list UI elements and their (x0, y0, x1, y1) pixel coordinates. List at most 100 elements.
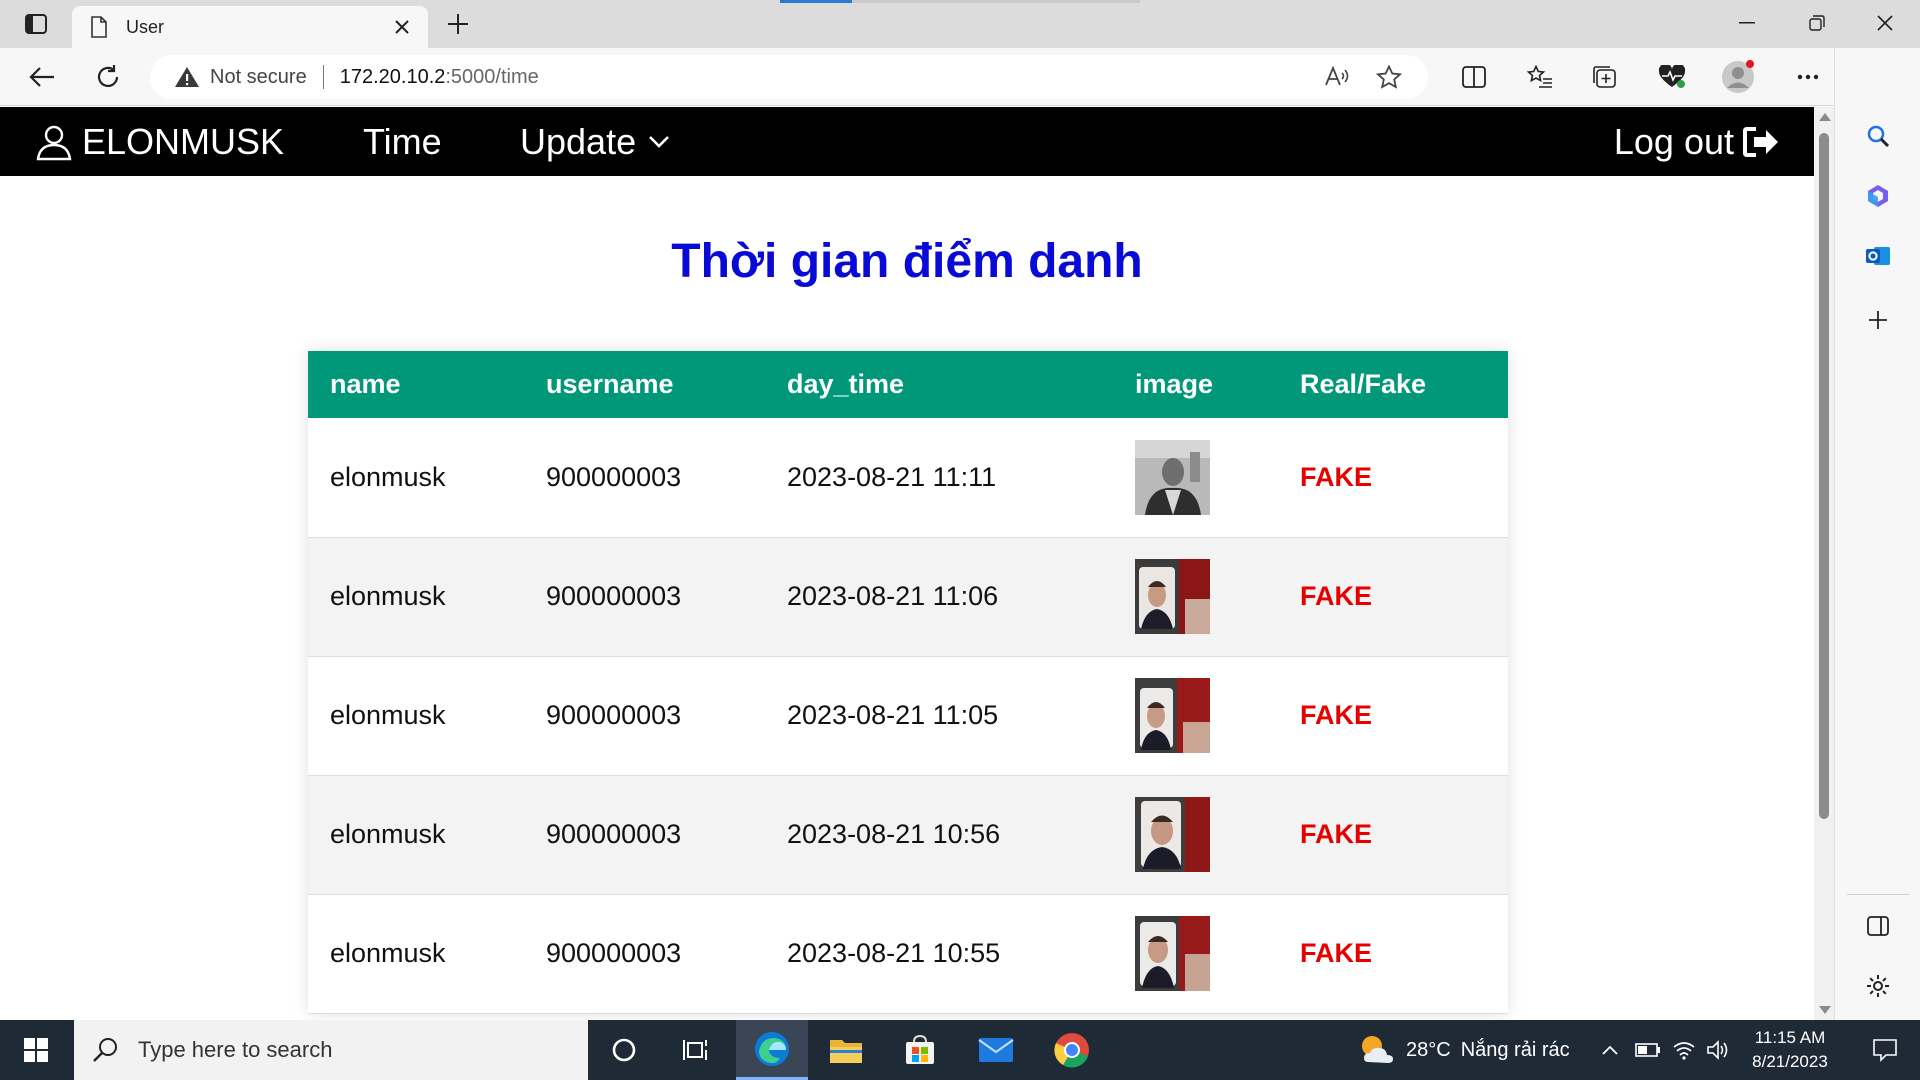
read-aloud-icon[interactable] (1324, 65, 1350, 89)
favorites-button[interactable] (1520, 57, 1560, 97)
table-row: elonmusk 900000003 2023-08-21 10:55 FAKE (308, 894, 1508, 1013)
cortana-button[interactable] (588, 1020, 660, 1080)
speaker-icon (1707, 1040, 1728, 1060)
weather-description: Nắng rải rác (1460, 1038, 1570, 1061)
minimize-button[interactable] (1712, 0, 1782, 46)
back-button[interactable] (22, 57, 62, 97)
cell-image (1113, 894, 1278, 1013)
scrollbar-thumb[interactable] (1819, 133, 1829, 819)
refresh-icon (97, 65, 119, 88)
tab-actions-button[interactable] (18, 10, 54, 38)
cell-username: 900000003 (546, 938, 682, 968)
page-scrollbar[interactable] (1814, 107, 1834, 1020)
site-navbar: ELONMUSK Time Update Log out (0, 107, 1814, 176)
face-thumbnail (1135, 439, 1210, 515)
chrome-icon (1054, 1033, 1089, 1068)
table-row: elonmusk 900000003 2023-08-21 11:05 FAKE (308, 656, 1508, 775)
cell-day-time: 2023-08-21 11:06 (787, 581, 999, 611)
nav-update-label: Update (520, 121, 637, 162)
cell-day-time: 2023-08-21 10:56 (787, 819, 1001, 849)
refresh-button[interactable] (88, 57, 128, 97)
sidebar-search-button[interactable] (1858, 116, 1898, 156)
taskbar-chrome-app[interactable] (1036, 1020, 1108, 1080)
task-view-icon (683, 1040, 707, 1060)
column-header-day-time: day_time (787, 369, 905, 399)
battery-icon (1635, 1043, 1660, 1057)
cell-image (1113, 537, 1278, 656)
cell-day-time: 2023-08-21 11:11 (787, 461, 997, 492)
cell-image (1113, 418, 1278, 537)
split-screen-icon (1462, 66, 1486, 88)
chevron-down-icon (649, 136, 670, 148)
sidebar-settings-button[interactable] (1858, 966, 1898, 1006)
plus-icon (448, 14, 468, 34)
chevron-up-icon (1602, 1045, 1618, 1055)
show-hidden-icons-button[interactable] (1594, 1034, 1626, 1066)
logout-label: Log out (1613, 121, 1734, 162)
cell-status: FAKE (1300, 819, 1373, 849)
face-thumbnail (1135, 916, 1210, 991)
logout-link[interactable]: Log out (1614, 117, 1780, 167)
cell-name: elonmusk (330, 461, 446, 492)
brand-link[interactable]: ELONMUSK (34, 117, 284, 167)
sidebar-hide-button[interactable] (1858, 906, 1898, 946)
clock-time: 11:15 AM (1754, 1028, 1826, 1047)
edge-icon (755, 1031, 789, 1066)
sidebar-add-button[interactable] (1858, 300, 1898, 340)
browser-tab[interactable]: User (72, 6, 428, 48)
sidebar-outlook-button[interactable] (1858, 236, 1898, 276)
taskbar-edge-app[interactable] (736, 1020, 808, 1080)
heart-pulse-icon (1658, 65, 1686, 88)
mail-icon (978, 1038, 1014, 1062)
taskbar-clock[interactable]: 11:15 AM 8/21/2023 (1730, 1026, 1850, 1074)
table-header-row: name username day_time image Real/Fake (308, 351, 1508, 418)
profile-button[interactable] (1718, 57, 1758, 97)
url-host: 172.20.10.2 (339, 65, 446, 88)
browser-toolbar: Not secure 172.20.10.2 :5000/time (0, 48, 1920, 106)
office-icon (1868, 185, 1888, 207)
page-viewport: ELONMUSK Time Update Log out Thời gian đ… (0, 107, 1814, 1020)
split-screen-button[interactable] (1454, 57, 1494, 97)
cell-status: FAKE (1300, 461, 1373, 492)
cell-name: elonmusk (330, 938, 446, 968)
user-icon (36, 125, 72, 161)
notification-icon (1873, 1039, 1897, 1062)
taskbar-mail-app[interactable] (960, 1020, 1032, 1080)
minimize-icon (1739, 22, 1755, 24)
network-status-button[interactable] (1668, 1034, 1700, 1066)
nav-update-dropdown[interactable]: Update (520, 117, 670, 167)
face-thumbnail (1135, 559, 1210, 634)
table-row: elonmusk 900000003 2023-08-21 11:06 FAKE (308, 537, 1508, 656)
scroll-down-arrow-icon[interactable] (1819, 1006, 1831, 1014)
address-bar[interactable]: Not secure 172.20.10.2 :5000/time (150, 55, 1428, 99)
favorite-star-icon[interactable] (1376, 65, 1402, 89)
cell-status: FAKE (1300, 700, 1373, 730)
close-window-button[interactable] (1850, 0, 1920, 46)
battery-status-button[interactable] (1632, 1034, 1664, 1066)
notification-center-button[interactable] (1850, 1020, 1920, 1080)
start-button[interactable] (0, 1020, 72, 1080)
collections-button[interactable] (1584, 57, 1624, 97)
new-tab-button[interactable] (442, 8, 474, 40)
scroll-up-arrow-icon[interactable] (1819, 113, 1831, 121)
taskbar-store-app[interactable] (884, 1020, 956, 1080)
security-status[interactable]: Not secure (210, 66, 307, 89)
settings-and-more-button[interactable] (1788, 57, 1828, 97)
restore-button[interactable] (1782, 0, 1852, 46)
nav-time-link[interactable]: Time (363, 117, 442, 167)
cell-name: elonmusk (330, 581, 446, 611)
panel-toggle-icon (1867, 916, 1889, 936)
attendance-table: name username day_time image Real/Fake e… (308, 351, 1508, 1014)
cell-image (1113, 775, 1278, 894)
cell-username: 900000003 (546, 461, 682, 492)
task-view-button[interactable] (660, 1020, 732, 1080)
cell-name: elonmusk (330, 700, 446, 730)
taskbar-file-explorer-app[interactable] (810, 1020, 882, 1080)
sidebar-office-button[interactable] (1858, 176, 1898, 216)
tab-close-button[interactable] (390, 15, 414, 39)
browser-essentials-button[interactable] (1652, 57, 1692, 97)
taskbar-weather-widget[interactable]: 28°C Nắng rải rác (1356, 1020, 1570, 1080)
taskbar-search-box[interactable]: Type here to search (74, 1020, 588, 1080)
table-row: elonmusk 900000003 2023-08-21 11:11 FAKE (308, 418, 1508, 537)
cortana-icon (612, 1038, 636, 1062)
